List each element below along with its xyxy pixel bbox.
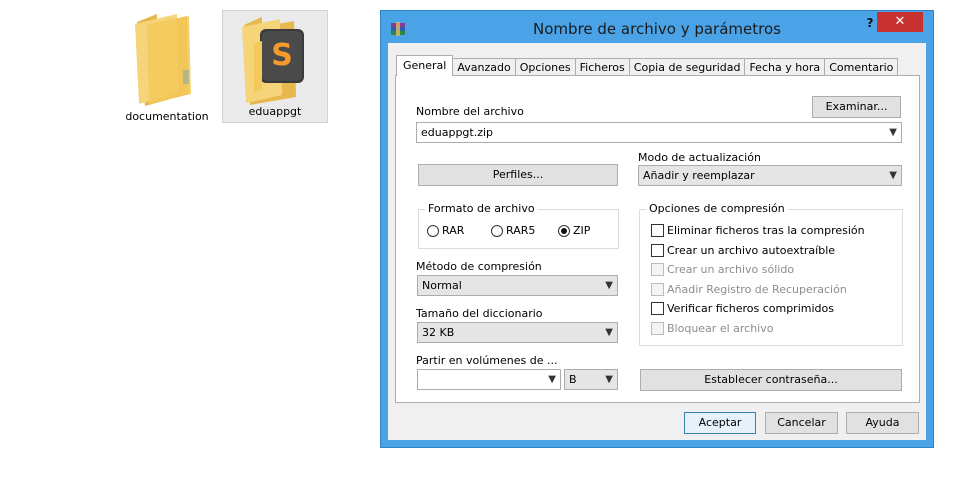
browse-button[interactable]: Examinar...: [812, 96, 901, 118]
radio-circle-selected: [558, 224, 570, 237]
checkbox: [651, 263, 664, 276]
option-label: Verificar ficheros comprimidos: [667, 302, 834, 315]
cancel-button[interactable]: Cancelar: [765, 412, 838, 434]
chevron-down-icon: ▼: [605, 374, 613, 385]
method-value: Normal: [422, 279, 462, 292]
checkbox: [651, 244, 664, 257]
split-unit-value: B: [569, 373, 577, 386]
format-label: RAR: [442, 224, 465, 237]
chevron-down-icon[interactable]: ▼: [889, 123, 897, 142]
chevron-down-icon: ▼: [605, 327, 613, 338]
checkbox: [651, 302, 664, 315]
split-size-combobox[interactable]: ▼: [417, 369, 561, 390]
set-password-button[interactable]: Establecer contraseña...: [640, 369, 902, 391]
ok-button[interactable]: Aceptar: [684, 412, 756, 434]
tab-strip: General Avanzado Opciones Ficheros Copia…: [396, 55, 899, 76]
sublime-folder-icon: S: [242, 17, 304, 105]
tab-files[interactable]: Ficheros: [574, 58, 630, 76]
tab-datetime[interactable]: Fecha y hora: [744, 58, 826, 76]
dictionary-label: Tamaño del diccionario: [416, 307, 543, 320]
dictionary-select[interactable]: 32 KB ▼: [417, 322, 618, 343]
option-label: Añadir Registro de Recuperación: [667, 283, 847, 296]
update-mode-value: Añadir y reemplazar: [643, 169, 755, 182]
desktop-icon-label: documentation: [125, 110, 209, 123]
format-radio-rar5[interactable]: RAR5: [491, 224, 535, 237]
option-label: Eliminar ficheros tras la compresión: [667, 224, 865, 237]
desktop-icon-eduappgt[interactable]: S eduappgt: [222, 10, 328, 123]
filename-value: eduappgt.zip: [421, 126, 494, 139]
general-tab-panel: Nombre del archivo Examinar... eduappgt.…: [395, 75, 920, 403]
option-recovery-record: Añadir Registro de Recuperación: [651, 283, 847, 296]
archive-format-title: Formato de archivo: [425, 202, 538, 215]
desktop-icon-label: eduappgt: [248, 105, 302, 118]
close-button[interactable]: ✕: [877, 12, 923, 32]
checkbox: [651, 224, 664, 237]
format-label: RAR5: [506, 224, 536, 237]
filename-label: Nombre del archivo: [416, 105, 524, 118]
tab-backup[interactable]: Copia de seguridad: [628, 58, 746, 76]
format-label: ZIP: [573, 224, 591, 237]
svg-text:S: S: [271, 38, 293, 73]
archive-format-group: Formato de archivo RAR RAR5 ZIP: [418, 202, 619, 249]
chevron-down-icon[interactable]: ▼: [548, 370, 556, 389]
option-label: Crear un archivo sólido: [667, 263, 795, 276]
option-label: Crear un archivo autoextraíble: [667, 244, 836, 257]
format-radio-rar[interactable]: RAR: [427, 224, 464, 237]
folder-icon: [135, 14, 191, 106]
window-title: Nombre de archivo y parámetros: [533, 20, 781, 38]
tab-comment[interactable]: Comentario: [824, 58, 899, 76]
radio-circle: [491, 224, 503, 237]
title-bar[interactable]: Nombre de archivo y parámetros ? ✕: [381, 11, 933, 43]
checkbox: [651, 283, 664, 296]
split-unit-select[interactable]: B ▼: [564, 369, 618, 390]
compression-options-title: Opciones de compresión: [646, 202, 788, 215]
tab-advanced[interactable]: Avanzado: [452, 58, 516, 76]
tab-general[interactable]: General: [396, 55, 454, 76]
method-label: Método de compresión: [416, 260, 542, 273]
compression-options-group: Opciones de compresión Eliminar ficheros…: [639, 202, 903, 346]
update-mode-select[interactable]: Añadir y reemplazar ▼: [638, 165, 902, 186]
checkbox: [651, 322, 664, 335]
option-delete-files[interactable]: Eliminar ficheros tras la compresión: [651, 224, 865, 237]
format-radio-zip[interactable]: ZIP: [558, 224, 590, 237]
filename-combobox[interactable]: eduappgt.zip ▼: [416, 122, 902, 143]
option-sfx[interactable]: Crear un archivo autoextraíble: [651, 244, 835, 257]
option-lock: Bloquear el archivo: [651, 322, 773, 335]
help-button[interactable]: Ayuda: [846, 412, 919, 434]
method-select[interactable]: Normal ▼: [417, 275, 618, 296]
chevron-down-icon: ▼: [605, 280, 613, 291]
dialog-client-area: General Avanzado Opciones Ficheros Copia…: [388, 43, 926, 440]
update-mode-label: Modo de actualización: [638, 151, 761, 164]
option-label: Bloquear el archivo: [667, 322, 774, 335]
radio-circle: [427, 224, 439, 237]
profiles-button[interactable]: Perfiles...: [418, 164, 618, 186]
desktop-icon-documentation[interactable]: documentation: [122, 10, 212, 123]
dictionary-value: 32 KB: [422, 326, 455, 339]
archive-dialog: Nombre de archivo y parámetros ? ✕ Gener…: [380, 10, 934, 448]
option-solid: Crear un archivo sólido: [651, 263, 794, 276]
tab-options[interactable]: Opciones: [514, 58, 576, 76]
option-verify[interactable]: Verificar ficheros comprimidos: [651, 302, 834, 315]
help-title-button[interactable]: ?: [863, 16, 877, 34]
chevron-down-icon: ▼: [889, 170, 897, 181]
split-label: Partir en volúmenes de ...: [416, 354, 558, 367]
